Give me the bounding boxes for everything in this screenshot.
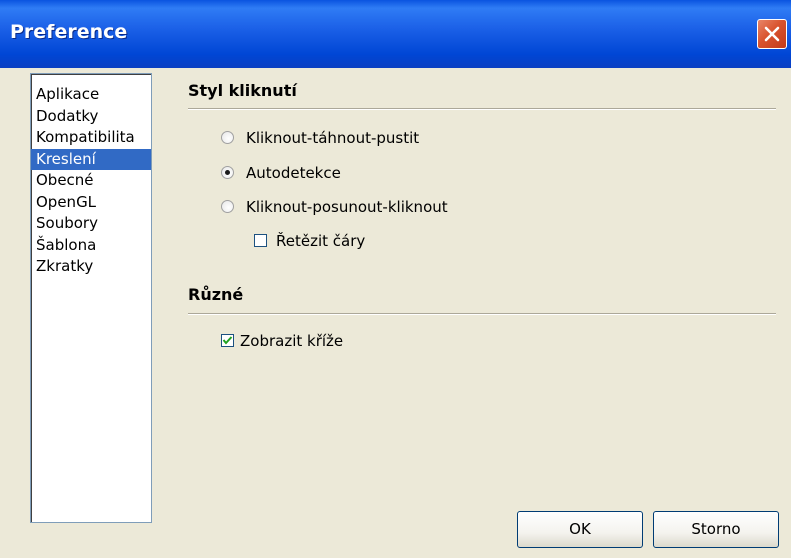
title-bar[interactable]: Preference <box>0 0 791 68</box>
list-item-opengl[interactable]: OpenGL <box>31 192 151 214</box>
category-list[interactable]: Aplikace Dodatky Kompatibilita Kreslení … <box>30 73 152 523</box>
radio-drag-release[interactable] <box>221 131 234 144</box>
list-item-dodatky[interactable]: Dodatky <box>31 106 151 128</box>
radio-autodetect[interactable] <box>221 166 234 179</box>
click-style-separator <box>188 108 776 110</box>
list-item-aplikace[interactable]: Aplikace <box>31 84 151 106</box>
misc-separator <box>188 313 776 315</box>
list-item-zkratky[interactable]: Zkratky <box>31 256 151 278</box>
radio-click-move-click-label[interactable]: Kliknout-posunout-kliknout <box>246 197 448 217</box>
radio-click-move-click[interactable] <box>221 200 234 213</box>
list-item-sablona[interactable]: Šablona <box>31 235 151 257</box>
radio-autodetect-label[interactable]: Autodetekce <box>246 163 341 183</box>
radio-drag-release-label[interactable]: Kliknout-táhnout-pustit <box>246 128 419 148</box>
ok-button[interactable]: OK <box>517 511 643 548</box>
checkmark-icon <box>222 336 233 345</box>
chain-lines-checkbox[interactable] <box>254 234 267 247</box>
list-item-obecne[interactable]: Obecné <box>31 170 151 192</box>
window-title: Preference <box>10 21 128 43</box>
list-item-kompatibilita[interactable]: Kompatibilita <box>31 127 151 149</box>
show-crosses-label[interactable]: Zobrazit kříže <box>240 331 343 351</box>
close-icon <box>764 26 780 42</box>
show-crosses-checkbox[interactable] <box>221 334 234 347</box>
list-item-kresleni[interactable]: Kreslení <box>31 148 151 170</box>
click-style-heading: Styl kliknutí <box>188 81 297 100</box>
close-button[interactable] <box>757 19 787 49</box>
misc-heading: Různé <box>188 285 244 304</box>
list-item-soubory[interactable]: Soubory <box>31 213 151 235</box>
cancel-button[interactable]: Storno <box>653 511 779 548</box>
chain-lines-label[interactable]: Řetězit čáry <box>276 231 365 251</box>
